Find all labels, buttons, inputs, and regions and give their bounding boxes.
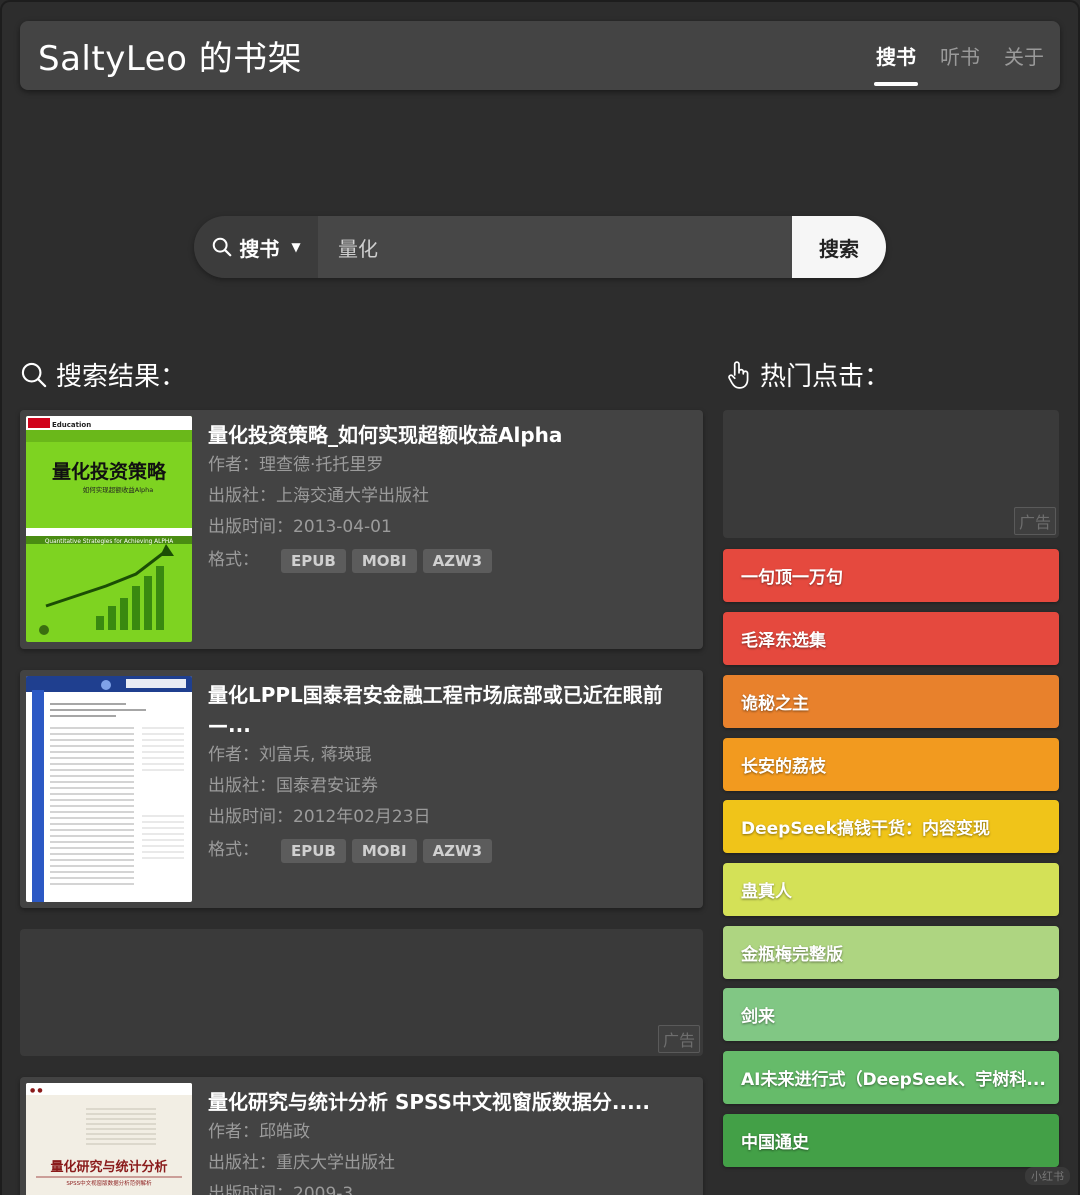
cover-series: Education [52, 421, 91, 429]
nav-item-search-books[interactable]: 搜书 [874, 37, 918, 86]
format-badge-azw3[interactable]: AZW3 [422, 548, 493, 573]
book-publisher: 出版社：国泰君安证券 [208, 776, 378, 796]
hot-ad-slot[interactable]: 广告 [723, 410, 1059, 538]
format-label: 格式： [208, 840, 259, 860]
nav-item-audiobooks[interactable]: 听书 [938, 37, 982, 74]
book-author: 作者：邱皓政 [208, 1122, 310, 1142]
search-icon [213, 237, 232, 257]
nav-item-about[interactable]: 关于 [1002, 37, 1046, 74]
site-title[interactable]: SaltyLeo 的书架 [38, 31, 302, 80]
search-input[interactable] [318, 216, 792, 278]
results-heading-text: 搜索结果： [56, 362, 187, 392]
format-list: 格式： EPUB MOBI AZW3 [208, 545, 679, 576]
cover-title: 量化研究与统计分析 [50, 1159, 167, 1175]
search-bar: 搜书 ▼ 搜索 [194, 216, 886, 278]
results-heading: 搜索结果： [20, 356, 186, 393]
book-title[interactable]: 量化LPPL国泰君安金融工程市场底部或已近在眼前—... [208, 680, 679, 740]
cover-english-title: Quantitative Strategies for Achieving AL… [45, 539, 173, 545]
result-card[interactable]: Education 量化投资策略 如何实现超额收益Alpha Quantitat… [20, 410, 703, 649]
ad-label: 广告 [1013, 507, 1056, 535]
pointing-hand-icon [728, 360, 749, 389]
cover-subtitle: SPSS中文视窗版数据分析范例解析 [66, 1179, 152, 1187]
result-card[interactable]: 量化LPPL国泰君安金融工程市场底部或已近在眼前—... 作者：刘富兵, 蒋瑛琨… [20, 670, 703, 908]
book-author: 作者：刘富兵, 蒋瑛琨 [208, 745, 372, 765]
hot-heading-text: 热门点击： [760, 362, 891, 392]
hot-item[interactable]: 诡秘之主 [723, 675, 1059, 728]
watermark: 小红书 [1025, 1167, 1070, 1185]
top-navbar: SaltyLeo 的书架 搜书 听书 关于 [20, 21, 1060, 90]
cover-title: 量化投资策略 [52, 460, 167, 483]
format-badge-azw3[interactable]: AZW3 [422, 838, 493, 863]
format-badge-epub[interactable]: EPUB [281, 838, 346, 863]
hot-item[interactable]: 长安的荔枝 [723, 738, 1059, 791]
book-cover[interactable]: Education 量化投资策略 如何实现超额收益Alpha Quantitat… [26, 416, 192, 642]
hot-item[interactable]: 剑来 [723, 988, 1059, 1041]
search-icon [21, 362, 47, 387]
format-badge-mobi[interactable]: MOBI [351, 548, 417, 573]
results-ad-slot[interactable]: 广告 [20, 929, 703, 1056]
hot-item[interactable]: DeepSeek搞钱干货：内容变现 [723, 800, 1059, 853]
hot-item[interactable]: 中国通史 [723, 1114, 1059, 1167]
search-button[interactable]: 搜索 [792, 216, 886, 278]
hot-item[interactable]: 毛泽东选集 [723, 612, 1059, 665]
format-list: 格式： EPUB MOBI AZW3 [208, 835, 679, 866]
ad-label: 广告 [657, 1025, 700, 1053]
book-title[interactable]: 量化投资策略_如何实现超额收益Alpha [208, 420, 679, 450]
book-info: 量化投资策略_如何实现超额收益Alpha 作者：理查德·托托里罗 出版社：上海交… [208, 420, 679, 576]
book-publish-date: 出版时间：2009-3 [208, 1184, 354, 1195]
book-publish-date: 出版时间：2012年02月23日 [208, 807, 431, 827]
book-cover[interactable] [26, 676, 192, 902]
book-publisher: 出版社：重庆大学出版社 [208, 1153, 395, 1173]
book-info: 量化LPPL国泰君安金融工程市场底部或已近在眼前—... 作者：刘富兵, 蒋瑛琨… [208, 680, 679, 866]
format-badge-mobi[interactable]: MOBI [351, 838, 417, 863]
search-type-label: 搜书 [239, 236, 280, 261]
hot-heading: 热门点击： [726, 356, 890, 393]
book-info: 量化研究与统计分析 SPSS中文视窗版数据分..... 作者：邱皓政 出版社：重… [208, 1087, 679, 1195]
format-badge-epub[interactable]: EPUB [281, 548, 346, 573]
nav-menu: 搜书 听书 关于 [874, 21, 1046, 90]
book-title[interactable]: 量化研究与统计分析 SPSS中文视窗版数据分..... [208, 1087, 679, 1117]
cover-subtitle: 如何实现超额收益Alpha [83, 485, 153, 494]
book-cover[interactable]: ● ● 量化研究与统计分析 SPSS中文视窗版数据分析范例解析 [26, 1083, 192, 1195]
result-card[interactable]: ● ● 量化研究与统计分析 SPSS中文视窗版数据分析范例解析 量化研究与统计分… [20, 1077, 703, 1195]
hot-item[interactable]: 蛊真人 [723, 863, 1059, 916]
hot-item[interactable]: 金瓶梅完整版 [723, 926, 1059, 979]
hot-item[interactable]: 一句顶一万句 [723, 549, 1059, 602]
hot-item[interactable]: AI未来进行式（DeepSeek、宇树科... [723, 1051, 1059, 1104]
book-publisher: 出版社：上海交通大学出版社 [208, 486, 429, 506]
format-label: 格式： [208, 550, 259, 570]
search-type-dropdown[interactable]: 搜书 ▼ [194, 216, 318, 278]
book-publish-date: 出版时间：2013-04-01 [208, 517, 392, 537]
chevron-down-icon: ▼ [291, 240, 301, 254]
book-author: 作者：理查德·托托里罗 [208, 455, 384, 475]
svg-text:● ●: ● ● [30, 1087, 43, 1094]
